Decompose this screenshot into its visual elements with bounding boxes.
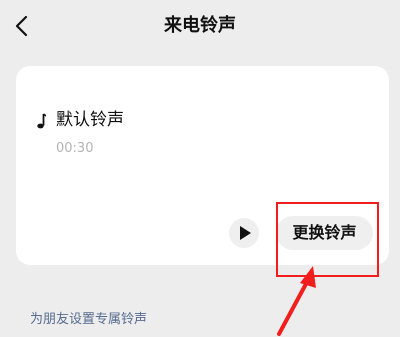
annotation-arrow-icon: [277, 266, 316, 336]
friend-ringtone-link[interactable]: 为朋友设置专属铃声: [30, 311, 147, 329]
